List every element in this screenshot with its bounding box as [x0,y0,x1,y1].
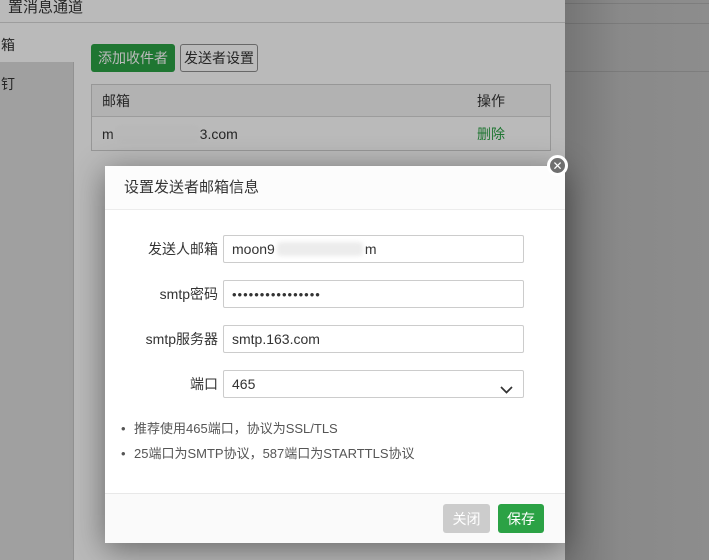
sender-email-field[interactable]: moon9 m [223,235,524,263]
screen: 置消息通道 箱 钉 添加收件者 发送者设置 邮箱 操作 m 3.com 删除 ✕… [0,0,709,560]
smtp-password-field[interactable] [223,280,524,308]
sender-email-redaction-blur [276,242,363,256]
sender-email-suffix: m [364,241,377,257]
modal-title: 设置发送者邮箱信息 [124,179,260,196]
sender-settings-modal: ✕ 设置发送者邮箱信息 发送人邮箱 moon9 m smtp密码 smtp服务器… [105,155,568,543]
modal-footer: 关闭 保存 [105,493,565,543]
port-notes: 推荐使用465端口，协议为SSL/TLS 25端口为SMTP协议，587端口为S… [119,416,415,466]
faint-line [565,23,709,24]
sender-email-prefix: moon9 [232,241,275,257]
faint-line [565,3,709,4]
faint-line [565,71,709,72]
chevron-down-icon [500,381,513,397]
save-button[interactable]: 保存 [498,504,544,533]
smtp-password-label: smtp密码 [159,286,218,302]
smtp-server-field[interactable] [223,325,524,353]
smtp-server-label: smtp服务器 [145,331,218,347]
modal-header: 设置发送者邮箱信息 [105,166,565,210]
port-selected-value: 465 [232,376,256,392]
close-icon[interactable]: ✕ [547,155,568,176]
port-select[interactable]: 465 [223,370,524,398]
outside-window-area [565,0,709,560]
note-25-587: 25端口为SMTP协议，587端口为STARTTLS协议 [119,441,415,466]
note-465: 推荐使用465端口，协议为SSL/TLS [119,416,415,441]
close-button[interactable]: 关闭 [443,504,490,533]
port-label: 端口 [190,376,218,392]
sender-email-label: 发送人邮箱 [148,241,218,257]
